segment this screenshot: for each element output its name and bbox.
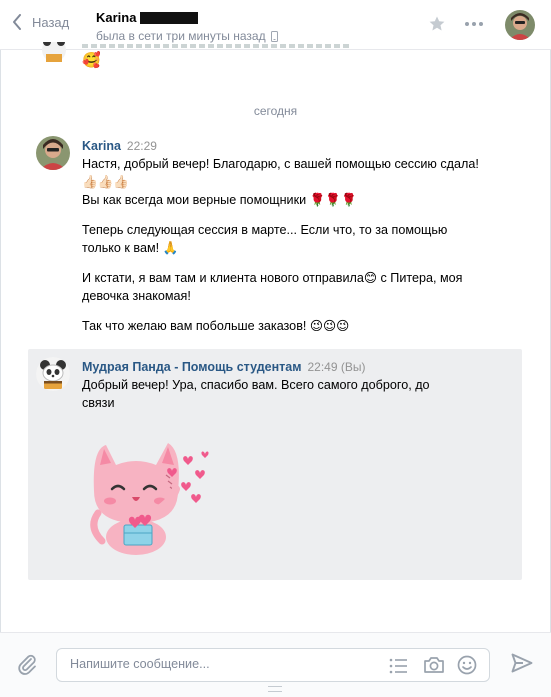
message-paragraph: Вы как всегда мои верные помощники 🌹🌹🌹 xyxy=(82,193,357,207)
template-list-icon[interactable] xyxy=(389,658,407,674)
message-paragraph: Добрый вечер! Ура, спасибо вам. Всего са… xyxy=(82,378,430,410)
karina-avatar[interactable] xyxy=(36,136,70,170)
peer-status: была в сети три минуты назад xyxy=(96,29,278,43)
back-button[interactable]: Назад xyxy=(12,14,69,30)
pink-cat-sticker[interactable] xyxy=(84,431,232,559)
mobile-phone-icon xyxy=(270,30,278,42)
resize-handle[interactable] xyxy=(268,686,282,692)
star-icon[interactable] xyxy=(428,15,446,33)
chat-header: Назад Karina была в сети три минуты наза… xyxy=(0,0,551,50)
message-body: Добрый вечер! Ура, спасибо вам. Всего са… xyxy=(82,376,462,424)
panda-avatar-image xyxy=(36,357,70,391)
message-time[interactable]: 22:29 xyxy=(127,139,157,153)
message-paragraph: Так что желаю вам побольше заказов! 😉😉😉 xyxy=(82,319,350,333)
panda-avatar-partial xyxy=(40,42,68,64)
peer-avatar[interactable] xyxy=(505,10,535,40)
paperclip-icon[interactable] xyxy=(17,653,37,675)
message-body: Настя, добрый вечер! Благодарю, с вашей … xyxy=(82,155,482,347)
message-own[interactable]: Мудрая Панда - Помощь студентам 22:49 (В… xyxy=(28,349,522,580)
message-input-box[interactable] xyxy=(56,648,490,682)
message-author[interactable]: Мудрая Панда - Помощь студентам xyxy=(82,360,301,374)
date-separator: сегодня xyxy=(253,104,298,118)
karina-avatar-image xyxy=(36,136,70,170)
partial-text-line xyxy=(82,44,352,48)
message-paragraph: Теперь следующая сессия в марте... Если … xyxy=(82,223,448,255)
peer-status-text: была в сети три минуты назад xyxy=(96,29,266,43)
message-header: Мудрая Панда - Помощь студентам 22:49 (В… xyxy=(82,360,365,374)
message-time[interactable]: 22:49 (Вы) xyxy=(307,360,365,374)
partial-message-emoji: 🥰 xyxy=(82,52,101,69)
message-paragraph: И кстати, я вам там и клиента нового отп… xyxy=(82,271,463,303)
peer-name[interactable]: Karina xyxy=(96,10,199,25)
message-author[interactable]: Karina xyxy=(82,139,121,153)
back-label: Назад xyxy=(32,14,70,30)
redacted-surname xyxy=(140,11,199,24)
chevron-left-icon xyxy=(13,14,21,30)
peer-avatar-image xyxy=(505,10,535,40)
peer-name-text: Karina xyxy=(96,10,137,25)
message-paragraph: Настя, добрый вечер! Благодарю, с вашей … xyxy=(82,157,479,189)
camera-icon[interactable] xyxy=(423,656,445,674)
message-input[interactable] xyxy=(70,657,370,671)
more-options-icon[interactable] xyxy=(464,21,484,27)
emoji-smile-icon[interactable] xyxy=(457,655,477,675)
panda-avatar[interactable] xyxy=(36,357,70,391)
message-header: Karina 22:29 xyxy=(82,139,157,153)
message-karina[interactable]: Karina 22:29 Настя, добрый вечер! Благод… xyxy=(28,134,522,346)
send-icon[interactable] xyxy=(511,653,533,673)
